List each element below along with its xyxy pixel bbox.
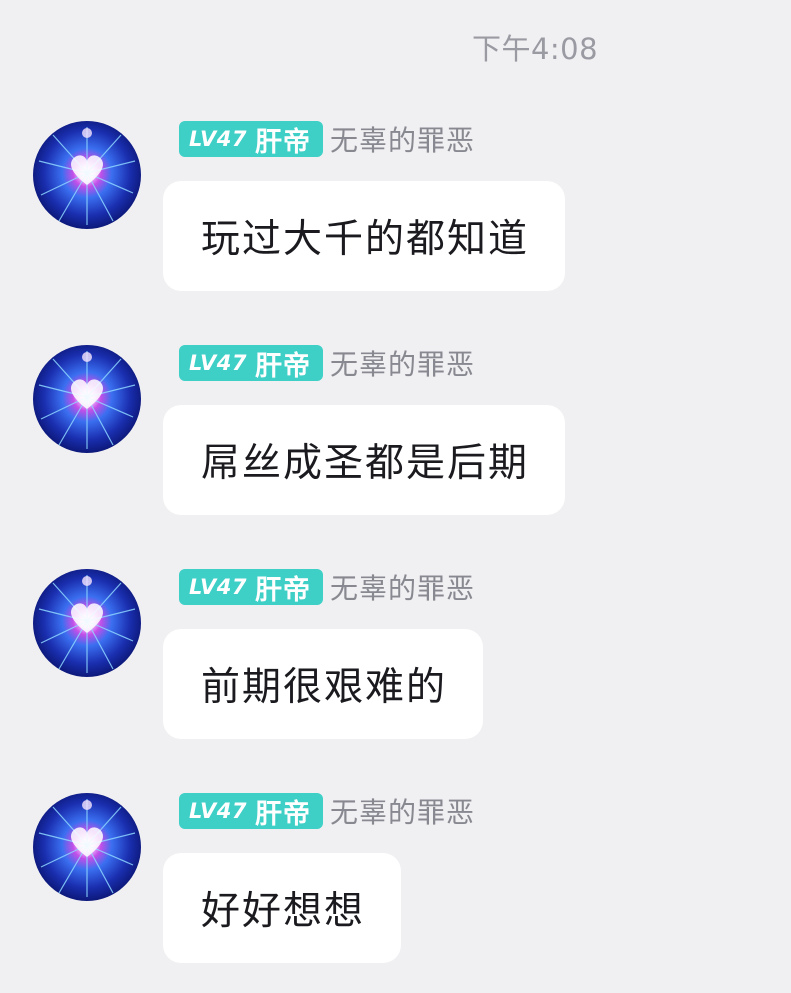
sender-name[interactable]: 无辜的罪恶 <box>330 119 475 159</box>
avatar[interactable] <box>33 121 141 229</box>
neon-heart-icon <box>38 127 136 225</box>
level-badge: LV47 肝帝 <box>179 793 323 830</box>
avatar[interactable] <box>33 793 141 901</box>
level-badge: LV47 肝帝 <box>179 345 323 382</box>
level-badge: LV47 肝帝 <box>179 569 323 606</box>
level-label: LV47 <box>189 799 247 823</box>
avatar[interactable] <box>33 569 141 677</box>
rank-title: 肝帝 <box>254 798 311 830</box>
avatar[interactable] <box>33 345 141 453</box>
chat-message: LV47 肝帝 无辜的罪恶 前期很艰难的 <box>0 569 791 769</box>
sender-name[interactable]: 无辜的罪恶 <box>330 343 475 383</box>
level-label: LV47 <box>189 351 247 375</box>
sender-name[interactable]: 无辜的罪恶 <box>330 567 475 607</box>
message-timestamp: 下午4:08 <box>471 32 599 66</box>
message-bubble[interactable]: 前期很艰难的 <box>163 629 484 739</box>
message-bubble[interactable]: 玩过大千的都知道 <box>163 181 566 291</box>
message-bubble[interactable]: 好好想想 <box>163 853 402 963</box>
neon-heart-icon <box>38 799 136 897</box>
rank-title: 肝帝 <box>254 350 311 382</box>
chat-message: LV47 肝帝 无辜的罪恶 屌丝成圣都是后期 <box>0 345 791 545</box>
sender-info: LV47 肝帝 无辜的罪恶 <box>179 567 475 607</box>
sender-info: LV47 肝帝 无辜的罪恶 <box>179 791 475 831</box>
chat-message: LV47 肝帝 无辜的罪恶 好好想想 <box>0 793 791 993</box>
rank-title: 肝帝 <box>254 126 311 158</box>
sender-info: LV47 肝帝 无辜的罪恶 <box>179 343 475 383</box>
chat-message: LV47 肝帝 无辜的罪恶 玩过大千的都知道 <box>0 121 791 321</box>
rank-title: 肝帝 <box>254 574 311 606</box>
message-bubble[interactable]: 屌丝成圣都是后期 <box>163 405 566 515</box>
level-label: LV47 <box>189 127 247 151</box>
sender-info: LV47 肝帝 无辜的罪恶 <box>179 119 475 159</box>
level-badge: LV47 肝帝 <box>179 121 323 158</box>
neon-heart-icon <box>38 575 136 673</box>
level-label: LV47 <box>189 575 247 599</box>
sender-name[interactable]: 无辜的罪恶 <box>330 791 475 831</box>
neon-heart-icon <box>38 351 136 449</box>
